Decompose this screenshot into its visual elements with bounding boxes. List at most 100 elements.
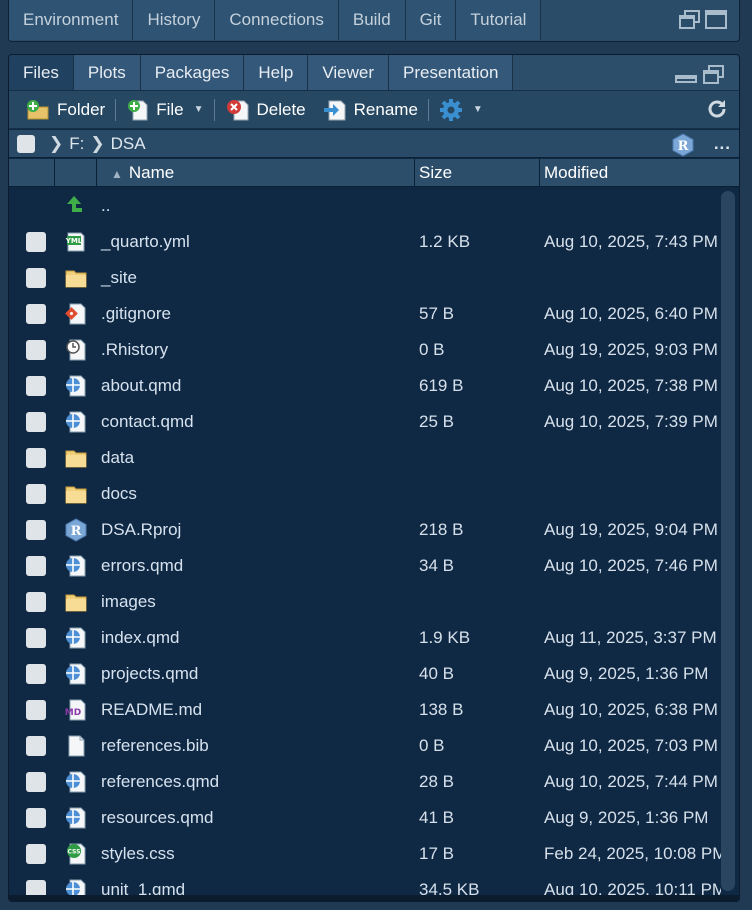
row-checkbox[interactable]: [26, 520, 46, 540]
file-name-link[interactable]: .Rhistory: [97, 340, 415, 360]
row-checkbox[interactable]: [26, 448, 46, 468]
rename-button[interactable]: Rename: [314, 95, 426, 125]
new-file-button[interactable]: File ▼: [118, 95, 211, 125]
delete-button[interactable]: Delete: [217, 95, 314, 125]
file-name-link[interactable]: README.md: [97, 700, 415, 720]
folder-icon: [65, 594, 87, 612]
file-row[interactable]: MD README.md 138 B Aug 10, 2025, 6:38 PM: [9, 692, 721, 728]
tab-presentation[interactable]: Presentation: [389, 55, 514, 90]
row-checkbox[interactable]: [26, 772, 46, 792]
file-row[interactable]: index.qmd 1.9 KB Aug 11, 2025, 3:37 PM: [9, 620, 721, 656]
file-name-link[interactable]: docs: [97, 484, 415, 504]
file-row[interactable]: R DSA.Rproj 218 B Aug 19, 2025, 9:04 PM: [9, 512, 721, 548]
file-name-link[interactable]: .gitignore: [97, 304, 415, 324]
maximize-pane-icon[interactable]: [705, 10, 727, 30]
file-row[interactable]: references.qmd 28 B Aug 10, 2025, 7:44 PM: [9, 764, 721, 800]
select-all-checkbox[interactable]: [17, 134, 35, 153]
new-folder-icon: [27, 99, 49, 119]
more-settings-button[interactable]: ▼: [431, 95, 491, 125]
file-row[interactable]: YML _quarto.yml 1.2 KB Aug 10, 2025, 7:43 P…: [9, 224, 721, 260]
parent-directory-link[interactable]: ..: [97, 196, 415, 216]
file-name-link[interactable]: about.qmd: [97, 376, 415, 396]
file-row[interactable]: resources.qmd 41 B Aug 9, 2025, 1:36 PM: [9, 800, 721, 836]
file-row[interactable]: errors.qmd 34 B Aug 10, 2025, 7:46 PM: [9, 548, 721, 584]
file-row[interactable]: .gitignore 57 B Aug 10, 2025, 6:40 PM: [9, 296, 721, 332]
file-row[interactable]: _site: [9, 260, 721, 296]
row-checkbox[interactable]: [26, 592, 46, 612]
parent-directory-row[interactable]: ..: [9, 188, 721, 224]
top-pane-controls: [679, 10, 727, 30]
tab-connections[interactable]: Connections: [215, 0, 339, 40]
breadcrumb-folder[interactable]: DSA: [111, 134, 146, 154]
toolbar-divider: [115, 98, 117, 121]
file-row[interactable]: .Rhistory 0 B Aug 19, 2025, 9:03 PM: [9, 332, 721, 368]
tab-viewer[interactable]: Viewer: [308, 55, 389, 90]
history-file-icon: [66, 339, 86, 361]
row-checkbox[interactable]: [26, 628, 46, 648]
refresh-icon[interactable]: [705, 97, 729, 121]
file-row[interactable]: CSS styles.css 17 B Feb 24, 2025, 10:08 PM: [9, 836, 721, 872]
folder-icon: [65, 270, 87, 288]
row-icon-cell: [55, 662, 97, 686]
tab-plots[interactable]: Plots: [73, 55, 141, 90]
row-checkbox[interactable]: [26, 268, 46, 288]
file-row[interactable]: data: [9, 440, 721, 476]
restore-pane-icon[interactable]: [703, 65, 725, 85]
files-pane-controls: [675, 65, 725, 85]
file-name-link[interactable]: errors.qmd: [97, 556, 415, 576]
row-checkbox[interactable]: [26, 844, 46, 864]
file-row[interactable]: about.qmd 619 B Aug 10, 2025, 7:38 PM: [9, 368, 721, 404]
row-checkbox[interactable]: [26, 232, 46, 252]
tab-files[interactable]: Files: [9, 55, 74, 90]
file-name-link[interactable]: projects.qmd: [97, 664, 415, 684]
file-row[interactable]: docs: [9, 476, 721, 512]
file-name-link[interactable]: _site: [97, 268, 415, 288]
column-size-header[interactable]: Size: [415, 159, 540, 186]
file-name-link[interactable]: references.qmd: [97, 772, 415, 792]
row-checkbox[interactable]: [26, 340, 46, 360]
row-checkbox[interactable]: [26, 736, 46, 756]
file-row[interactable]: images: [9, 584, 721, 620]
new-folder-button[interactable]: Folder: [17, 95, 113, 125]
file-row[interactable]: projects.qmd 40 B Aug 9, 2025, 1:36 PM: [9, 656, 721, 692]
file-name-link[interactable]: contact.qmd: [97, 412, 415, 432]
row-checkbox[interactable]: [26, 484, 46, 504]
row-checkbox[interactable]: [26, 412, 46, 432]
row-checkbox[interactable]: [26, 376, 46, 396]
tab-git[interactable]: Git: [405, 0, 457, 40]
file-name-link[interactable]: references.bib: [97, 736, 415, 756]
file-name-link[interactable]: styles.css: [97, 844, 415, 864]
restore-pane-icon[interactable]: [679, 10, 701, 30]
more-options-button[interactable]: ...: [714, 134, 731, 154]
files-pane: Files Plots Packages Help Viewer Present…: [8, 54, 740, 902]
row-checkbox[interactable]: [26, 700, 46, 720]
horizontal-scrollbar[interactable]: [9, 895, 739, 901]
column-modified-header[interactable]: Modified: [540, 159, 739, 186]
row-checkbox[interactable]: [26, 808, 46, 828]
row-checkbox[interactable]: [26, 664, 46, 684]
file-modified: Aug 10, 2025, 7:38 PM: [544, 376, 718, 395]
file-name-link[interactable]: DSA.Rproj: [97, 520, 415, 540]
tab-tutorial[interactable]: Tutorial: [456, 0, 542, 40]
breadcrumb-drive[interactable]: F:: [69, 134, 84, 154]
tab-packages[interactable]: Packages: [140, 55, 245, 90]
file-name-link[interactable]: images: [97, 592, 415, 612]
row-checkbox[interactable]: [26, 556, 46, 576]
go-to-project-icon[interactable]: R: [671, 133, 695, 157]
minimize-pane-icon[interactable]: [675, 65, 697, 85]
file-name-link[interactable]: data: [97, 448, 415, 468]
file-row[interactable]: contact.qmd 25 B Aug 10, 2025, 7:39 PM: [9, 404, 721, 440]
column-name-header[interactable]: ▲ Name: [97, 159, 415, 186]
tab-history[interactable]: History: [133, 0, 216, 40]
file-name-link[interactable]: _quarto.yml: [97, 232, 415, 252]
row-checkbox[interactable]: [26, 304, 46, 324]
file-row[interactable]: references.bib 0 B Aug 10, 2025, 7:03 PM: [9, 728, 721, 764]
tab-help[interactable]: Help: [244, 55, 309, 90]
file-name-link[interactable]: resources.qmd: [97, 808, 415, 828]
file-size: 17 B: [419, 844, 454, 863]
file-name-link[interactable]: index.qmd: [97, 628, 415, 648]
vertical-scrollbar[interactable]: [721, 191, 735, 891]
row-icon-cell: [55, 194, 97, 218]
tab-environment[interactable]: Environment: [9, 0, 134, 40]
tab-build[interactable]: Build: [338, 0, 406, 40]
